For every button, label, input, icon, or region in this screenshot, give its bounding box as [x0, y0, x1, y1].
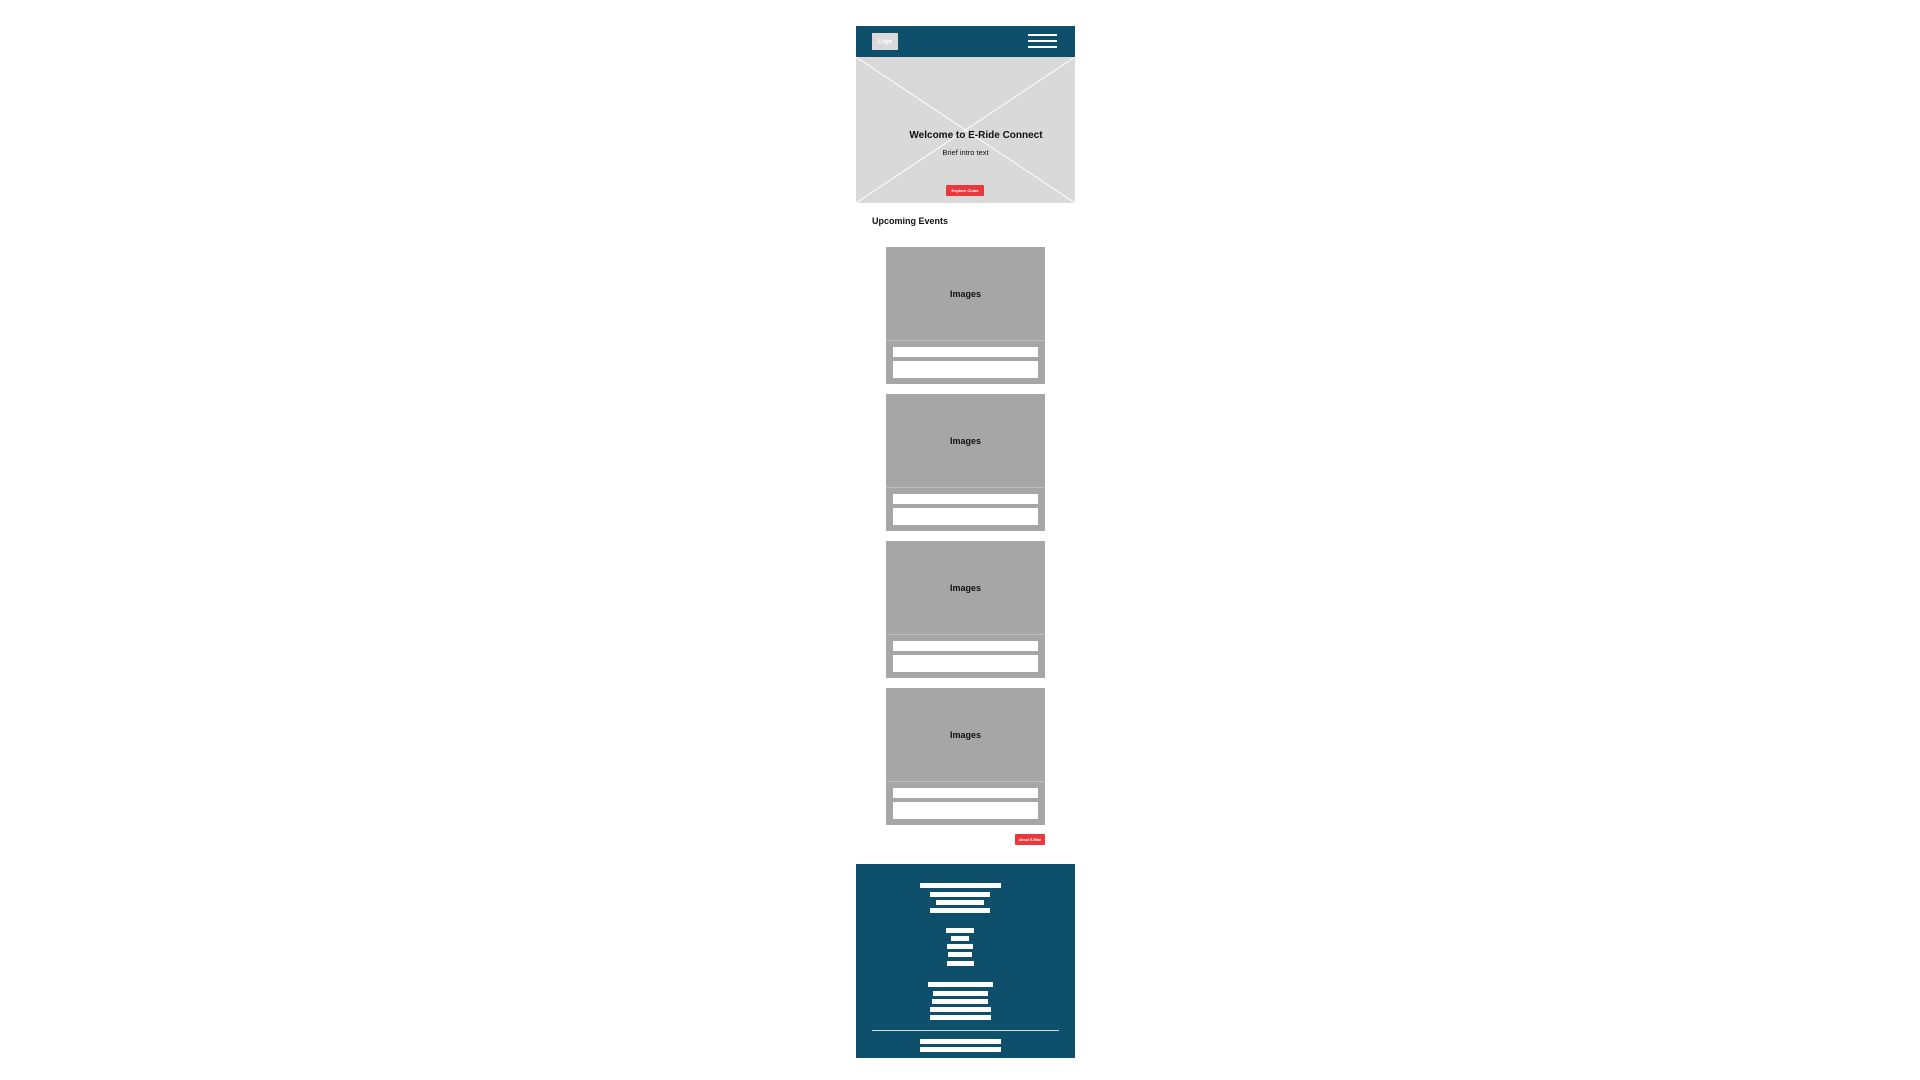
event-card-text-placeholder	[893, 508, 1038, 525]
event-card-image: Images	[886, 247, 1045, 341]
mobile-page: Logo Welcome to E-Ride Connect Brief int…	[856, 26, 1075, 1058]
explore-clubs-button[interactable]: Explore Clubs	[946, 185, 984, 196]
hero-banner: Welcome to E-Ride Connect Brief intro te…	[856, 57, 1075, 203]
event-card-text-placeholder	[893, 802, 1038, 819]
site-footer	[856, 864, 1075, 1058]
footer-link-placeholder[interactable]	[920, 883, 1001, 888]
hamburger-menu-icon[interactable]	[1028, 33, 1057, 50]
footer-legal-placeholder	[920, 1047, 1001, 1052]
event-card[interactable]: Images	[886, 541, 1045, 678]
hero-intro-text: Brief intro text	[942, 148, 989, 157]
event-card-image: Images	[886, 688, 1045, 782]
event-card-image: Images	[886, 541, 1045, 635]
event-card-image: Images	[886, 394, 1045, 488]
footer-link-placeholder[interactable]	[928, 982, 993, 987]
event-card-title-placeholder	[893, 641, 1038, 651]
event-card[interactable]: Images	[886, 688, 1045, 825]
footer-link-placeholder[interactable]	[930, 1015, 991, 1020]
footer-link-placeholder[interactable]	[930, 892, 990, 897]
about-button[interactable]: About E-Ride	[1015, 834, 1045, 845]
event-card-title-placeholder	[893, 494, 1038, 504]
event-card[interactable]: Images	[886, 247, 1045, 384]
footer-link-placeholder[interactable]	[936, 900, 984, 905]
footer-link-placeholder[interactable]	[933, 991, 988, 996]
footer-link-placeholder[interactable]	[930, 908, 990, 913]
footer-legal-placeholder	[920, 1039, 1001, 1044]
event-card-title-placeholder	[893, 347, 1038, 357]
hero-title: Welcome to E-Ride Connect	[909, 130, 1043, 141]
footer-link-placeholder[interactable]	[932, 999, 988, 1004]
footer-link-placeholder[interactable]	[930, 1007, 991, 1012]
event-card-title-placeholder	[893, 788, 1038, 798]
footer-divider	[872, 1030, 1059, 1031]
event-card-text-placeholder	[893, 655, 1038, 672]
site-header: Logo	[856, 26, 1075, 57]
footer-link-placeholder[interactable]	[946, 928, 974, 933]
upcoming-events-heading: Upcoming Events	[872, 216, 949, 226]
event-card-text-placeholder	[893, 361, 1038, 378]
footer-link-placeholder[interactable]	[951, 936, 969, 941]
footer-link-placeholder[interactable]	[948, 952, 972, 957]
footer-link-placeholder[interactable]	[947, 961, 974, 966]
logo[interactable]: Logo	[872, 33, 898, 50]
footer-link-placeholder[interactable]	[947, 944, 973, 949]
event-card[interactable]: Images	[886, 394, 1045, 531]
